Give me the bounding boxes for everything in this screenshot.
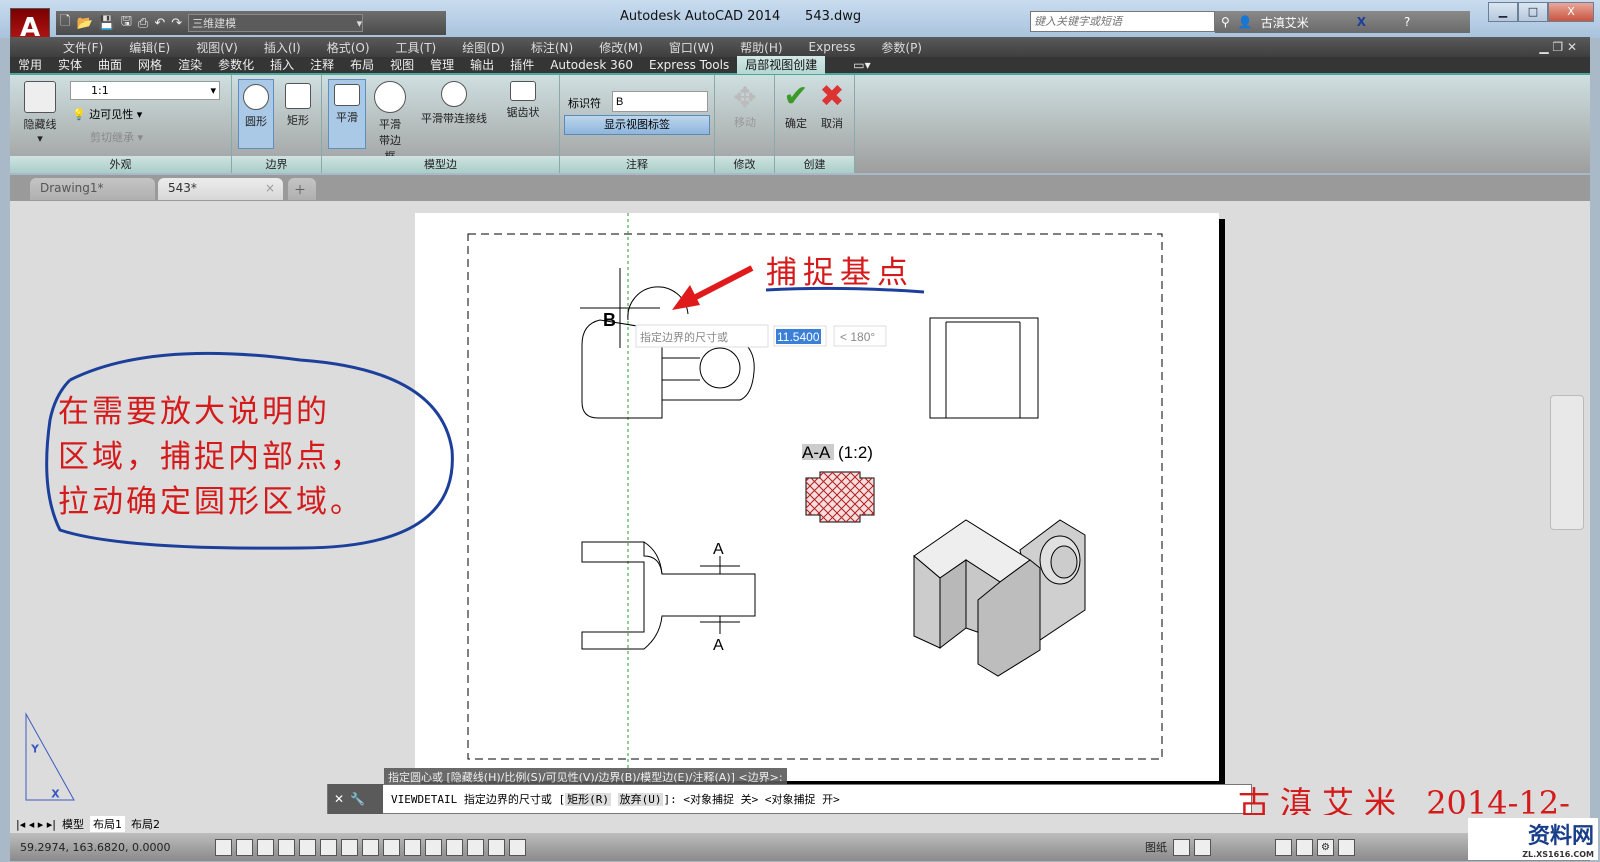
layout-tab-layout2[interactable]: 布局2 (131, 816, 160, 832)
layout-nav-icon[interactable]: |◂ ◂ ▸ ▸| (16, 818, 56, 831)
front-view (581, 286, 755, 419)
dynamic-input-angle: < 180° (840, 330, 875, 344)
lock-icon[interactable] (1338, 838, 1355, 856)
maximize-viewport-icon[interactable] (1275, 838, 1292, 856)
dyn-icon[interactable] (404, 838, 421, 856)
hatch-pattern (806, 472, 874, 522)
command-line[interactable]: ✕ 🔧 VIEWDETAIL 指定边界的尺寸或 [矩形(R) 放弃(U)]: <对… (327, 784, 1252, 814)
coordinates-readout: 59.2974, 163.6820, 0.0000 (20, 840, 171, 854)
quick-view-drawings-icon[interactable] (1194, 838, 1211, 856)
infer-constraints-icon[interactable] (215, 838, 232, 856)
section-scale: (1:2) (838, 443, 873, 462)
dynamic-input-value: 11.5400 (777, 330, 820, 344)
grid-icon[interactable] (257, 838, 274, 856)
option-undo[interactable]: 放弃(U) (617, 793, 664, 806)
command-text: VIEWDETAIL 指定边界的尺寸或 [ (391, 793, 566, 806)
lineweight-icon[interactable] (425, 838, 442, 856)
ucs-icon: YX (25, 712, 75, 801)
status-bar: 59.2974, 163.6820, 0.0000 图纸 ⚙ (10, 833, 1590, 861)
watermark-url: ZL.XS1616.COM (1522, 850, 1594, 859)
capture-base-point-note: 捕捉基点 (766, 255, 914, 291)
side-view (929, 317, 1039, 419)
otrack-icon[interactable] (362, 838, 379, 856)
isometric-view (913, 519, 1086, 677)
section-label: A-A (802, 443, 831, 462)
option-rectangular[interactable]: 矩形(R) (565, 793, 611, 806)
snap-icon[interactable] (236, 838, 253, 856)
note-line: 在需要放大说明的 (58, 394, 330, 430)
quick-properties-icon[interactable] (467, 838, 484, 856)
note-line: 区域，捕捉内部点， (58, 439, 364, 475)
ortho-icon[interactable] (278, 838, 295, 856)
watermark-logo: 资料网 ZL.XS1616.COM (1468, 818, 1598, 860)
annotation-scale-icon[interactable] (1296, 838, 1313, 856)
section-mark-bottom: A (713, 637, 724, 654)
top-view (581, 541, 756, 650)
layout-tab-layout1[interactable]: 布局1 (90, 816, 125, 832)
layout-tab-model[interactable]: 模型 (62, 816, 84, 832)
paper-space-toggle[interactable]: 图纸 (1145, 839, 1167, 855)
polar-icon[interactable] (299, 838, 316, 856)
note-line: 拉动确定圆形区域。 (58, 484, 364, 520)
instruction-note: 在需要放大说明的 区域，捕捉内部点， 拉动确定圆形区域。 (58, 390, 364, 525)
red-arrow-head (672, 285, 700, 310)
3d-osnap-icon[interactable] (341, 838, 358, 856)
ducs-icon[interactable] (383, 838, 400, 856)
annotation-monitor-icon[interactable] (509, 838, 526, 856)
label-b: B (603, 310, 616, 330)
close-icon[interactable]: ✕ (334, 792, 344, 806)
command-prompt: VIEWDETAIL 指定边界的尺寸或 [矩形(R) 放弃(U)]: <对象捕捉… (383, 791, 840, 807)
workspace-switching-icon[interactable]: ⚙ (1317, 838, 1334, 856)
command-suffix: ]: <对象捕捉 关> <对象捕捉 开> (663, 793, 840, 806)
command-line-grip[interactable]: ✕ 🔧 (328, 784, 383, 814)
svg-text:X: X (52, 789, 59, 800)
quick-view-layouts-icon[interactable] (1173, 838, 1190, 856)
transparency-icon[interactable] (446, 838, 463, 856)
wrench-icon[interactable]: 🔧 (350, 792, 365, 806)
section-mark-top: A (713, 541, 724, 558)
layout-tabs: |◂ ◂ ▸ ▸| 模型 布局1 布局2 (10, 815, 1590, 833)
navigation-bar[interactable] (1550, 395, 1584, 530)
dynamic-input-prompt-text: 指定边界的尺寸或 (640, 330, 728, 344)
svg-text:Y: Y (31, 744, 39, 755)
watermark-text: 资料网 (1527, 824, 1594, 849)
osnap-icon[interactable] (320, 838, 337, 856)
selection-cycling-icon[interactable] (488, 838, 505, 856)
red-arrow (688, 265, 754, 303)
